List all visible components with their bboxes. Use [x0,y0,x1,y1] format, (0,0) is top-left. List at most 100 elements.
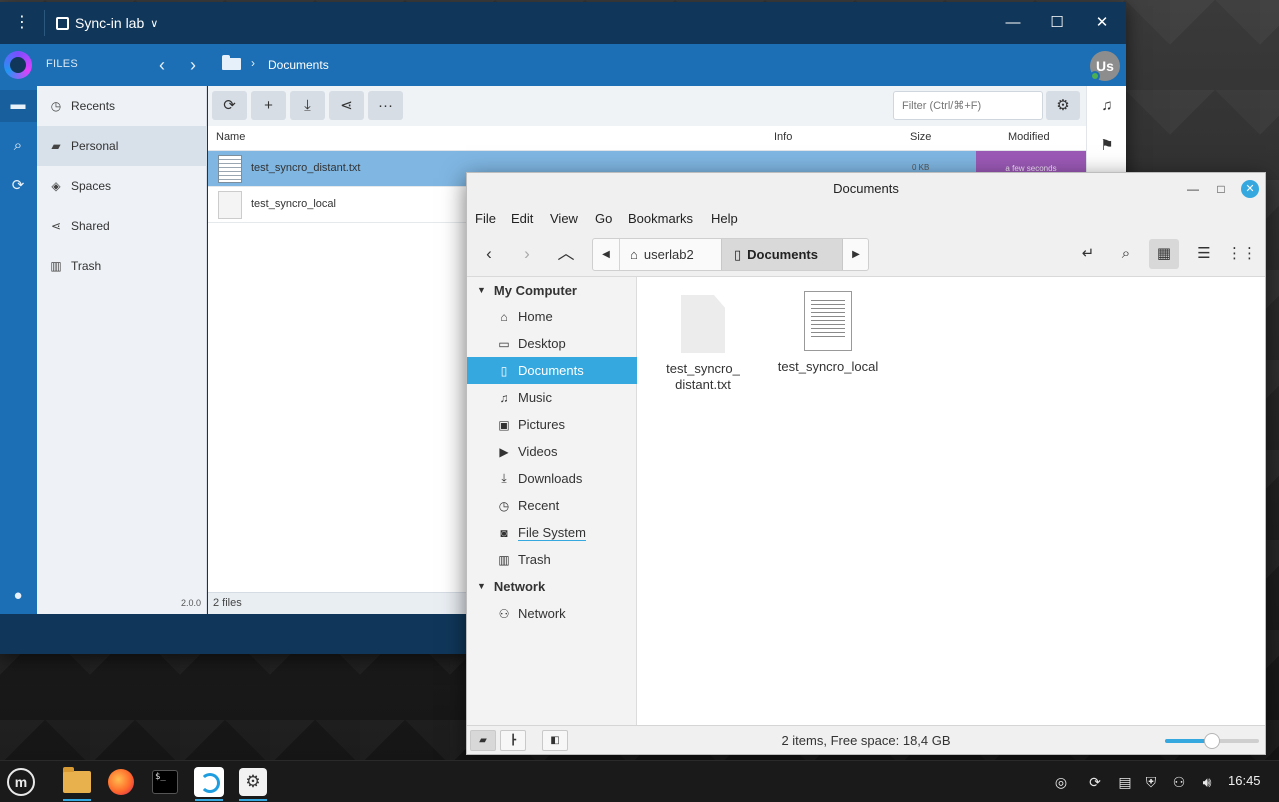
sidebar-item-label: Trash [71,259,102,273]
places-section-my-computer[interactable]: ▼ My Computer [467,277,637,303]
bell-icon[interactable]: ♫ [1097,96,1117,116]
minimize-icon[interactable]: — [1185,181,1201,197]
show-tree-button[interactable]: ┣ [500,730,526,751]
taskbar-files[interactable] [59,765,95,801]
sidebar-item-pictures[interactable]: ▣ Pictures [467,411,637,438]
sidebar-item-music[interactable]: ♫ Music [467,384,637,411]
more-button[interactable]: ··· [368,91,403,120]
sidebar-item-shared[interactable]: ⋖ Shared [37,206,207,246]
menu-go[interactable]: Go [595,211,612,226]
icon-view-button[interactable]: ▦ [1149,239,1179,269]
sidebar-item-recent[interactable]: ◷ Recent [467,492,637,519]
list-view-button[interactable]: ☰ [1189,239,1219,269]
network-icon[interactable]: ⚇ [1169,771,1189,793]
caret-right-icon[interactable]: ▶ [843,239,869,270]
toggle-location-button[interactable]: ↵ [1073,239,1103,269]
caret-left-icon[interactable]: ◀ [593,239,619,270]
sidebar-item-trash[interactable]: ▥ Trash [37,246,207,286]
file-name: test_syncro_distant.txt [251,162,361,174]
taskbar-settings[interactable]: ⚙ [235,765,271,801]
column-info[interactable]: Info [774,131,792,143]
folder-icon[interactable] [222,55,242,71]
trash-icon: ▥ [498,552,510,567]
settings-button[interactable]: ⚙ [1046,91,1080,120]
clipboard-icon[interactable]: ▤ [1115,771,1135,793]
maximize-icon[interactable]: □ [1213,181,1229,197]
sidebar-item-trash[interactable]: ▥ Trash [467,546,637,573]
sidebar-item-recents[interactable]: ◷ Recents [37,86,207,126]
sidebar-item-videos[interactable]: ▶ Videos [467,438,637,465]
sidebar-item-documents[interactable]: ▯ Documents [467,357,637,384]
up-button[interactable]: ︿ [551,239,581,269]
hide-sidebar-button[interactable]: ◧ [542,730,568,751]
sidebar-item-label: Shared [71,219,110,233]
taskbar-sync-in[interactable] [191,765,227,801]
share-button[interactable]: ⋖ [329,91,364,120]
minimize-icon[interactable]: — [998,10,1028,36]
show-places-button[interactable]: ▰ [470,730,496,751]
breadcrumb[interactable]: Documents [268,58,329,72]
compact-list-icon: ⋮⋮ [1227,245,1257,262]
sidebar-item-label: Desktop [518,336,566,351]
forward-button[interactable]: › [512,239,542,269]
folder-icon: ▭ [498,336,510,351]
search-button[interactable]: ⌕ [1111,239,1141,269]
refresh-button[interactable]: ⟳ [212,91,247,120]
column-modified[interactable]: Modified [1008,131,1050,143]
file-item[interactable]: test_syncro_local [773,291,883,375]
breadcrumb-current[interactable]: ▯ Documents [721,239,843,270]
zoom-slider[interactable] [1165,733,1259,749]
compact-view-button[interactable]: ⋮⋮ [1227,239,1257,269]
file-name: test_syncro_ distant.txt [666,361,740,392]
sidebar-item-personal[interactable]: ▰ Personal [37,126,207,166]
user-icon[interactable]: ● [8,586,28,606]
sidebar-item-downloads[interactable]: ⤓ Downloads [467,465,637,492]
clock[interactable]: 16:45 [1228,773,1261,788]
sidebar-item-home[interactable]: ⌂ Home [467,303,637,330]
video-icon: ▶ [499,444,509,459]
menu-help[interactable]: Help [711,211,738,226]
sync-tray-icon[interactable]: ◎ [1051,771,1071,793]
search-icon[interactable]: ⌕ [8,136,28,156]
menu-bookmarks[interactable]: Bookmarks [628,211,693,226]
sidebar-item-desktop[interactable]: ▭ Desktop [467,330,637,357]
file-item[interactable]: test_syncro_ distant.txt [648,295,758,393]
breadcrumb-home[interactable]: ⌂ userlab2 [619,239,721,270]
menu-view[interactable]: View [550,211,578,226]
shield-icon[interactable]: ⛨ [1141,771,1161,793]
sidebar-item-spaces[interactable]: ◈ Spaces [37,166,207,206]
close-icon[interactable]: ✕ [1241,180,1259,198]
taskbar-firefox[interactable] [103,765,139,799]
sidebar-item-network[interactable]: ⚇ Network [467,600,637,627]
sync-in-logo[interactable] [4,51,32,79]
sync-icon[interactable]: ⟳ [8,176,28,196]
back-button[interactable]: ‹ [474,239,504,269]
files-folder-icon[interactable]: ▬ [8,95,28,115]
sidebar-item-label: Network [518,606,566,621]
start-menu-button[interactable]: m [3,765,39,799]
close-icon[interactable]: ✕ [1087,10,1117,36]
image-icon: ▣ [498,417,510,432]
download-button[interactable]: ⤓ [290,91,325,120]
volume-icon[interactable]: 🔊︎ [1197,771,1217,793]
app-switcher[interactable]: Sync-in lab ∨ [56,10,158,36]
flag-icon[interactable]: ⚑ [1097,136,1117,156]
folder-icon: ▰ [479,735,487,746]
menu-edit[interactable]: Edit [511,211,533,226]
forward-arrow-icon[interactable]: › [182,54,204,76]
column-name[interactable]: Name [216,131,245,143]
kebab-menu-icon[interactable]: ⋮ [12,12,32,34]
back-arrow-icon[interactable]: ‹ [151,54,173,76]
add-button[interactable]: + [251,91,286,120]
taskbar-terminal[interactable]: $_ [147,765,183,799]
sidebar-item-label: Personal [71,139,119,153]
menu-file[interactable]: File [475,211,496,226]
maximize-icon[interactable]: ☐ [1042,10,1072,36]
sidebar-item-file-system[interactable]: ◙ File System [467,519,637,546]
column-size[interactable]: Size [910,131,931,143]
breadcrumb: ◀ ⌂ userlab2 ▯ Documents ▶ [592,238,869,271]
zoom-slider-handle[interactable] [1204,733,1220,749]
places-section-network[interactable]: ▼ Network [467,573,637,599]
sync-in-tray-icon[interactable]: ⟳ [1085,771,1105,793]
filter-input[interactable] [893,91,1043,120]
